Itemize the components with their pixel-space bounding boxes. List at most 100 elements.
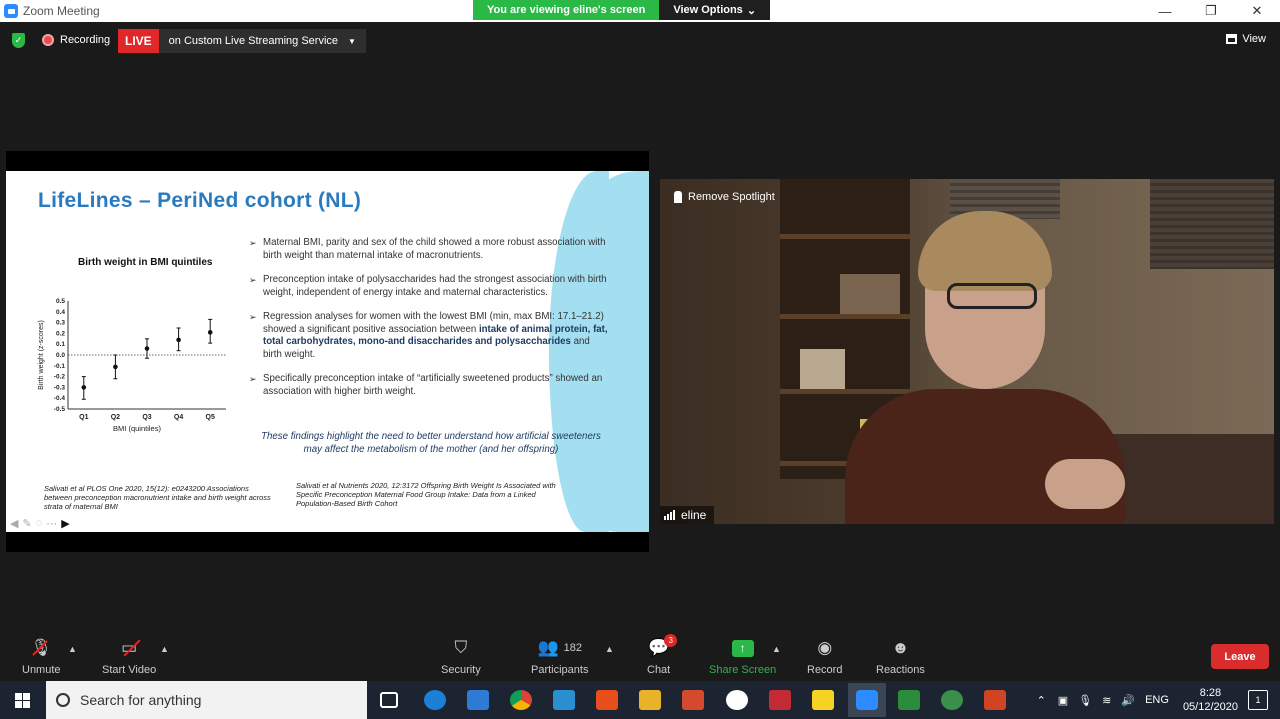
view-button[interactable]: View bbox=[1226, 33, 1266, 45]
view-options-button[interactable]: View Options ⌄ bbox=[659, 0, 771, 20]
start-video-button[interactable]: ▭ Start Video bbox=[102, 638, 156, 676]
tray-chevron-icon[interactable]: ⌃ bbox=[1037, 694, 1046, 707]
encryption-shield-icon[interactable]: ✓ bbox=[12, 33, 25, 48]
shelf-board bbox=[780, 389, 910, 394]
volume-icon[interactable]: 🔊 bbox=[1121, 694, 1135, 707]
reference-1: Salivati et al PLOS One 2020, 15(12): e0… bbox=[44, 484, 271, 511]
clock[interactable]: 8:28 05/12/2020 bbox=[1183, 686, 1238, 714]
start-button[interactable] bbox=[0, 681, 44, 719]
muted-mic-icon: 🎙 bbox=[30, 638, 52, 658]
bullet-item: Specifically preconception intake of “ar… bbox=[249, 373, 609, 398]
clock-date: 05/12/2020 bbox=[1182, 701, 1238, 713]
participants-caret-icon[interactable]: ▲ bbox=[605, 644, 614, 654]
chrome-icon[interactable] bbox=[510, 690, 532, 710]
y-tick-label: -0.5 bbox=[54, 406, 66, 413]
video-options-caret-icon[interactable]: ▲ bbox=[160, 644, 169, 654]
app-globe-icon[interactable] bbox=[941, 690, 963, 710]
leave-button[interactable]: Leave bbox=[1211, 644, 1269, 669]
data-point bbox=[144, 346, 150, 351]
caret-down-icon: ▼ bbox=[348, 36, 356, 46]
chat-badge: 3 bbox=[664, 634, 678, 647]
more-icon[interactable]: ⋯ bbox=[46, 517, 57, 530]
file-explorer-icon[interactable] bbox=[639, 690, 661, 710]
maximize-button[interactable]: ❐ bbox=[1188, 0, 1234, 22]
next-arrow-icon[interactable]: ▶ bbox=[61, 517, 69, 530]
x-tick-label: Q5 bbox=[206, 414, 215, 421]
y-tick-label: -0.3 bbox=[54, 384, 66, 391]
reactions-label: Reactions bbox=[876, 664, 925, 676]
x-tick-label: Q3 bbox=[142, 414, 151, 421]
pdf-reader-icon[interactable] bbox=[596, 690, 618, 710]
shield-icon: ⛉ bbox=[454, 638, 468, 657]
record-button[interactable]: ◉ Record bbox=[807, 638, 842, 676]
share-caret-icon[interactable]: ▲ bbox=[772, 644, 781, 654]
shelf-photo bbox=[800, 349, 845, 389]
meeting-toolbar: 🎙 Unmute ▲ ▭ Start Video ▲ ⛉ Security 👥1… bbox=[0, 630, 1280, 680]
record-label: Record bbox=[807, 664, 843, 676]
prev-arrow-icon[interactable]: ◀ bbox=[10, 517, 18, 530]
bullet-list: Maternal BMI, parity and sex of the chil… bbox=[249, 237, 609, 410]
x-axis-label: BMI (quintiles) bbox=[113, 424, 161, 433]
chart-title: Birth weight in BMI quintiles bbox=[78, 257, 213, 268]
participants-button[interactable]: 👥 182 Participants bbox=[531, 638, 588, 676]
zoom-taskbar-button[interactable] bbox=[848, 683, 886, 717]
presentation-slide: LifeLines – PeriNed cohort (NL) Birth we… bbox=[6, 171, 649, 532]
window-title: Zoom Meeting bbox=[23, 4, 100, 18]
bullet-item: Preconception intake of polysaccharides … bbox=[249, 274, 609, 299]
reactions-button[interactable]: ☻ Reactions bbox=[876, 638, 925, 676]
live-stream-indicator[interactable]: LIVE on Custom Live Streaming Service ▼ bbox=[118, 29, 366, 53]
pin-icon bbox=[674, 191, 682, 203]
language-indicator[interactable]: ENG bbox=[1145, 694, 1169, 706]
y-tick-label: 0.3 bbox=[56, 320, 65, 327]
mendeley-icon[interactable] bbox=[769, 690, 791, 710]
pen-icon[interactable]: ✎ bbox=[22, 517, 31, 530]
audio-options-caret-icon[interactable]: ▲ bbox=[68, 644, 77, 654]
participants-icon: 👥 182 bbox=[537, 638, 582, 657]
security-button[interactable]: ⛉ Security bbox=[441, 638, 481, 676]
bullet-item: Maternal BMI, parity and sex of the chil… bbox=[249, 237, 609, 262]
participants-count: 182 bbox=[563, 642, 582, 654]
powerpoint-icon[interactable] bbox=[984, 690, 1006, 710]
share-screen-label: Share Screen bbox=[709, 664, 777, 676]
zoom-icon[interactable]: ◌ bbox=[36, 517, 43, 530]
y-tick-label: 0.4 bbox=[56, 309, 65, 316]
y-tick-label: -0.2 bbox=[54, 374, 66, 381]
windows-taskbar: Search for anything ⌃ ▣ 🎙 ≋ 🔊 ENG 8:28 0… bbox=[0, 681, 1280, 719]
unmute-button[interactable]: 🎙 Unmute bbox=[22, 638, 61, 676]
app-game-icon[interactable] bbox=[898, 690, 920, 710]
chat-button[interactable]: 💬 3 Chat bbox=[647, 634, 678, 676]
y-tick-label: 0.5 bbox=[56, 298, 65, 305]
share-screen-button[interactable]: ↑ Share Screen bbox=[709, 638, 776, 676]
data-point bbox=[113, 364, 118, 370]
close-button[interactable]: ✕ bbox=[1234, 0, 1280, 22]
remote-desktop-icon[interactable] bbox=[553, 690, 575, 710]
remove-spotlight-button[interactable]: Remove Spotlight bbox=[674, 191, 775, 203]
edge-icon[interactable] bbox=[424, 690, 446, 710]
sticky-notes-icon[interactable] bbox=[812, 690, 834, 710]
tray-mic-icon[interactable]: 🎙 bbox=[1078, 694, 1092, 707]
minimize-button[interactable]: — bbox=[1142, 0, 1188, 22]
app-circle-icon[interactable] bbox=[726, 690, 748, 710]
tray-device-icon[interactable]: ▣ bbox=[1058, 694, 1068, 707]
notification-icon[interactable]: 1 bbox=[1248, 690, 1268, 710]
app-icon[interactable] bbox=[682, 690, 704, 710]
record-icon: ◉ bbox=[817, 638, 833, 657]
video-blinds bbox=[1150, 179, 1274, 269]
x-tick-label: Q2 bbox=[111, 414, 120, 421]
unmute-label: Unmute bbox=[22, 664, 61, 676]
live-badge: LIVE bbox=[118, 29, 159, 53]
windows-logo-icon bbox=[14, 692, 30, 708]
birthweight-chart: 0.5 0.4 0.3 0.2 0.1 0.0 -0.1 -0.2 -0.3 -0.4 -0.5 Q1… bbox=[38, 298, 226, 433]
recording-label: Recording bbox=[60, 34, 111, 46]
recording-indicator[interactable]: Recording bbox=[42, 34, 110, 46]
spotlight-video[interactable] bbox=[660, 179, 1274, 524]
mail-icon[interactable] bbox=[467, 690, 489, 710]
wifi-icon[interactable]: ≋ bbox=[1102, 694, 1111, 707]
taskbar-search[interactable]: Search for anything bbox=[46, 681, 367, 719]
task-view-icon[interactable] bbox=[380, 692, 398, 708]
emoji-icon: ☻ bbox=[891, 638, 910, 657]
slide-conclusion: These findings highlight the need to bet… bbox=[261, 431, 601, 455]
x-tick-label: Q1 bbox=[79, 414, 88, 421]
shelf-board bbox=[780, 314, 910, 319]
y-tick-label: -0.1 bbox=[54, 363, 66, 370]
